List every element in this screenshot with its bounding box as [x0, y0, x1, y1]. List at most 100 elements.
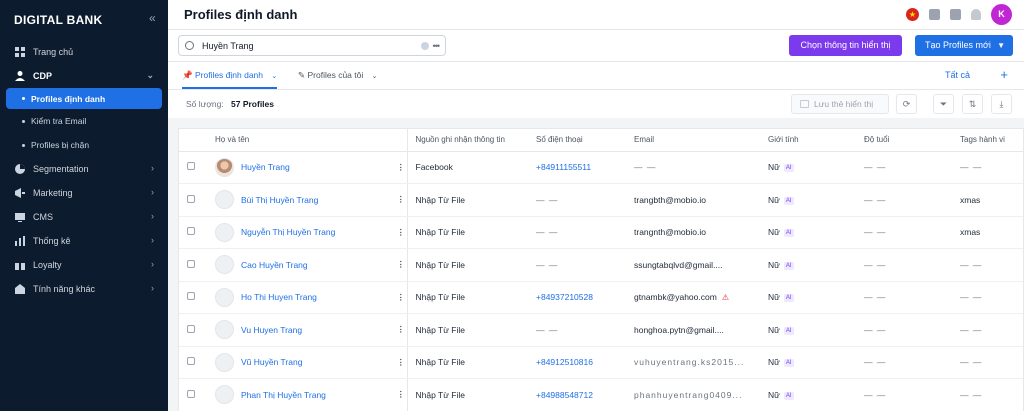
ai-badge: AI [783, 359, 794, 367]
sidebar-item-segmentation[interactable]: Segmentation › [0, 157, 168, 181]
chevron-down-icon: ⌄ [371, 73, 378, 80]
row-menu-icon[interactable]: ⋮ [387, 216, 408, 249]
phone-cell[interactable]: +84911155511 [528, 151, 626, 184]
column-header-email[interactable]: Email [626, 129, 760, 152]
choose-fields-button[interactable]: Chọn thông tin hiển thị [789, 35, 902, 56]
phone-cell: — — [528, 183, 626, 217]
sidebar-item-loyalty[interactable]: Loyalty › [0, 253, 168, 277]
ai-badge: AI [783, 164, 794, 172]
bell-icon[interactable] [971, 9, 981, 20]
sidebar-item-thong-ke[interactable]: Thống kê › [0, 229, 168, 253]
row-checkbox[interactable] [187, 389, 195, 398]
table-row[interactable]: Huyền Trang ⋮ Facebook +84911155511 — — Nữ AI —… [179, 151, 1023, 184]
sidebar-subitem-kiem-tra-email[interactable]: Kiểm tra Email [0, 109, 168, 133]
user-avatar[interactable]: K [991, 4, 1012, 25]
gender-cell: Nữ [768, 357, 780, 368]
sidebar-item-marketing[interactable]: Marketing › [0, 181, 168, 205]
table-row[interactable]: Vũ Huyền Trang ⋮ Nhập Từ File +84912510816 v… [179, 346, 1023, 379]
email-cell: phanhuyentrang0409... [634, 389, 743, 400]
age-cell: — — [856, 281, 952, 314]
phone-cell[interactable]: +84912510816 [528, 346, 626, 379]
email-cell: trangbth@mobio.io [634, 194, 706, 205]
add-tab-icon[interactable]: + [1000, 67, 1008, 82]
tab-profiles-cua-toi[interactable]: ✎ Profiles của tôi ⌄ [298, 62, 378, 89]
tab-all-link[interactable]: Tất cả [945, 70, 970, 80]
chevron-right-icon: › [151, 235, 154, 245]
age-cell: — — [856, 248, 952, 282]
tags-cell: — — [952, 378, 1023, 411]
sidebar-subitem-profiles-bi-chan[interactable]: Profiles bị chặn [0, 133, 168, 157]
save-view-button[interactable]: Lưu thẻ hiển thị [791, 94, 889, 114]
row-checkbox[interactable] [187, 292, 195, 301]
collapse-sidebar-icon[interactable]: « [149, 11, 156, 25]
profile-name-link[interactable]: Phan Thị Huyền Trang [241, 390, 326, 400]
help-icon[interactable] [950, 9, 961, 20]
column-header-age[interactable]: Độ tuổi [856, 129, 952, 152]
profile-name-link[interactable]: Ho Thi Huyen Trang [241, 292, 317, 302]
ai-badge: AI [783, 294, 794, 302]
table-row[interactable]: Phan Thị Huyền Trang ⋮ Nhập Từ File +849885… [179, 378, 1023, 411]
avatar [215, 190, 234, 210]
profile-name-link[interactable]: Huyền Trang [241, 162, 290, 172]
tab-profiles-dinh-danh[interactable]: 📌 Profiles định danh ⌄ [182, 62, 278, 89]
avatar [215, 255, 234, 275]
row-menu-icon[interactable]: ⋮ [387, 313, 408, 347]
ai-badge: AI [783, 229, 794, 237]
sidebar-item-home[interactable]: Trang chủ [0, 40, 168, 64]
table-row[interactable]: Vu Huyen Trang ⋮ Nhập Từ File — — honghoa.py… [179, 313, 1023, 347]
sidebar-subitem-label: Profiles bị chặn [31, 140, 90, 150]
sort-icon[interactable]: ⇅ [962, 94, 983, 114]
row-menu-icon[interactable]: ⋮ [387, 248, 408, 282]
row-menu-icon[interactable]: ⋮ [387, 378, 408, 411]
profile-name-link[interactable]: Bùi Thị Huyền Trang [241, 195, 318, 205]
chart-icon [15, 236, 25, 246]
sidebar-item-cms[interactable]: CMS › [0, 205, 168, 229]
vietnam-flag-icon[interactable]: ★ [906, 8, 919, 21]
profiles-table: Họ và tên Nguồn ghi nhận thông tin Số đi… [178, 128, 1024, 411]
user-icon [15, 71, 25, 81]
row-checkbox[interactable] [187, 259, 195, 268]
profile-name-link[interactable]: Nguyễn Thị Huyền Trang [241, 227, 335, 237]
row-checkbox[interactable] [187, 324, 195, 333]
row-menu-icon[interactable]: ⋮ [387, 281, 408, 314]
column-header-tags[interactable]: Tags hành vi [952, 129, 1023, 152]
profile-name-link[interactable]: Vu Huyen Trang [241, 325, 302, 335]
search-value[interactable]: Huyền Trang [202, 41, 421, 51]
phone-cell[interactable]: +84988548712 [528, 378, 626, 411]
profile-name-link[interactable]: Cao Huyền Trang [241, 260, 308, 270]
search-input[interactable]: Huyền Trang ••• [178, 35, 446, 56]
sidebar-item-cdp[interactable]: CDP ⌄ [0, 64, 168, 88]
filter-icon[interactable]: ⏷ [933, 94, 954, 114]
row-menu-icon[interactable]: ⋮ [387, 151, 408, 184]
tags-cell: xmas [952, 183, 1023, 217]
sidebar-item-tinh-nang-khac[interactable]: Tính năng khác › [0, 277, 168, 301]
column-header-gender[interactable]: Giới tính [760, 129, 856, 152]
download-icon[interactable]: ⤓ [991, 94, 1012, 114]
table-row[interactable]: Cao Huyền Trang ⋮ Nhập Từ File — — ssungtabq… [179, 248, 1023, 282]
clear-search-icon[interactable] [420, 41, 429, 50]
row-menu-icon[interactable]: ⋮ [387, 346, 408, 379]
more-options-icon[interactable]: ••• [433, 41, 441, 51]
book-icon[interactable] [929, 9, 940, 20]
warning-icon: ⚠ [721, 293, 729, 303]
column-header-source[interactable]: Nguồn ghi nhận thông tin [407, 129, 528, 152]
column-header-name[interactable]: Họ và tên [207, 129, 387, 152]
home-icon [15, 47, 25, 57]
refresh-icon[interactable]: ⟳ [896, 94, 917, 114]
chevron-right-icon: › [151, 187, 154, 197]
row-checkbox[interactable] [187, 162, 195, 171]
row-checkbox[interactable] [187, 357, 195, 366]
table-row[interactable]: Ho Thi Huyen Trang ⋮ Nhập Từ File +84937210… [179, 281, 1023, 314]
create-profile-button[interactable]: Tạo Profiles mới ▼ [915, 35, 1013, 56]
source-cell: Nhập Từ File [407, 183, 528, 217]
phone-cell[interactable]: +84937210528 [528, 281, 626, 314]
table-row[interactable]: Nguyễn Thị Huyền Trang ⋮ Nhập Từ File — — tr… [179, 216, 1023, 249]
row-checkbox[interactable] [187, 227, 195, 236]
row-menu-icon[interactable]: ⋮ [387, 183, 408, 217]
table-row[interactable]: Bùi Thị Huyền Trang ⋮ Nhập Từ File — — trang… [179, 183, 1023, 217]
column-header-phone[interactable]: Số điện thoại [528, 129, 626, 152]
profile-name-link[interactable]: Vũ Huyền Trang [241, 357, 302, 367]
sidebar-subitem-profiles-dinh-danh[interactable]: Profiles định danh [6, 88, 162, 109]
row-checkbox[interactable] [187, 194, 195, 203]
chevron-down-icon: ⌄ [146, 70, 154, 80]
